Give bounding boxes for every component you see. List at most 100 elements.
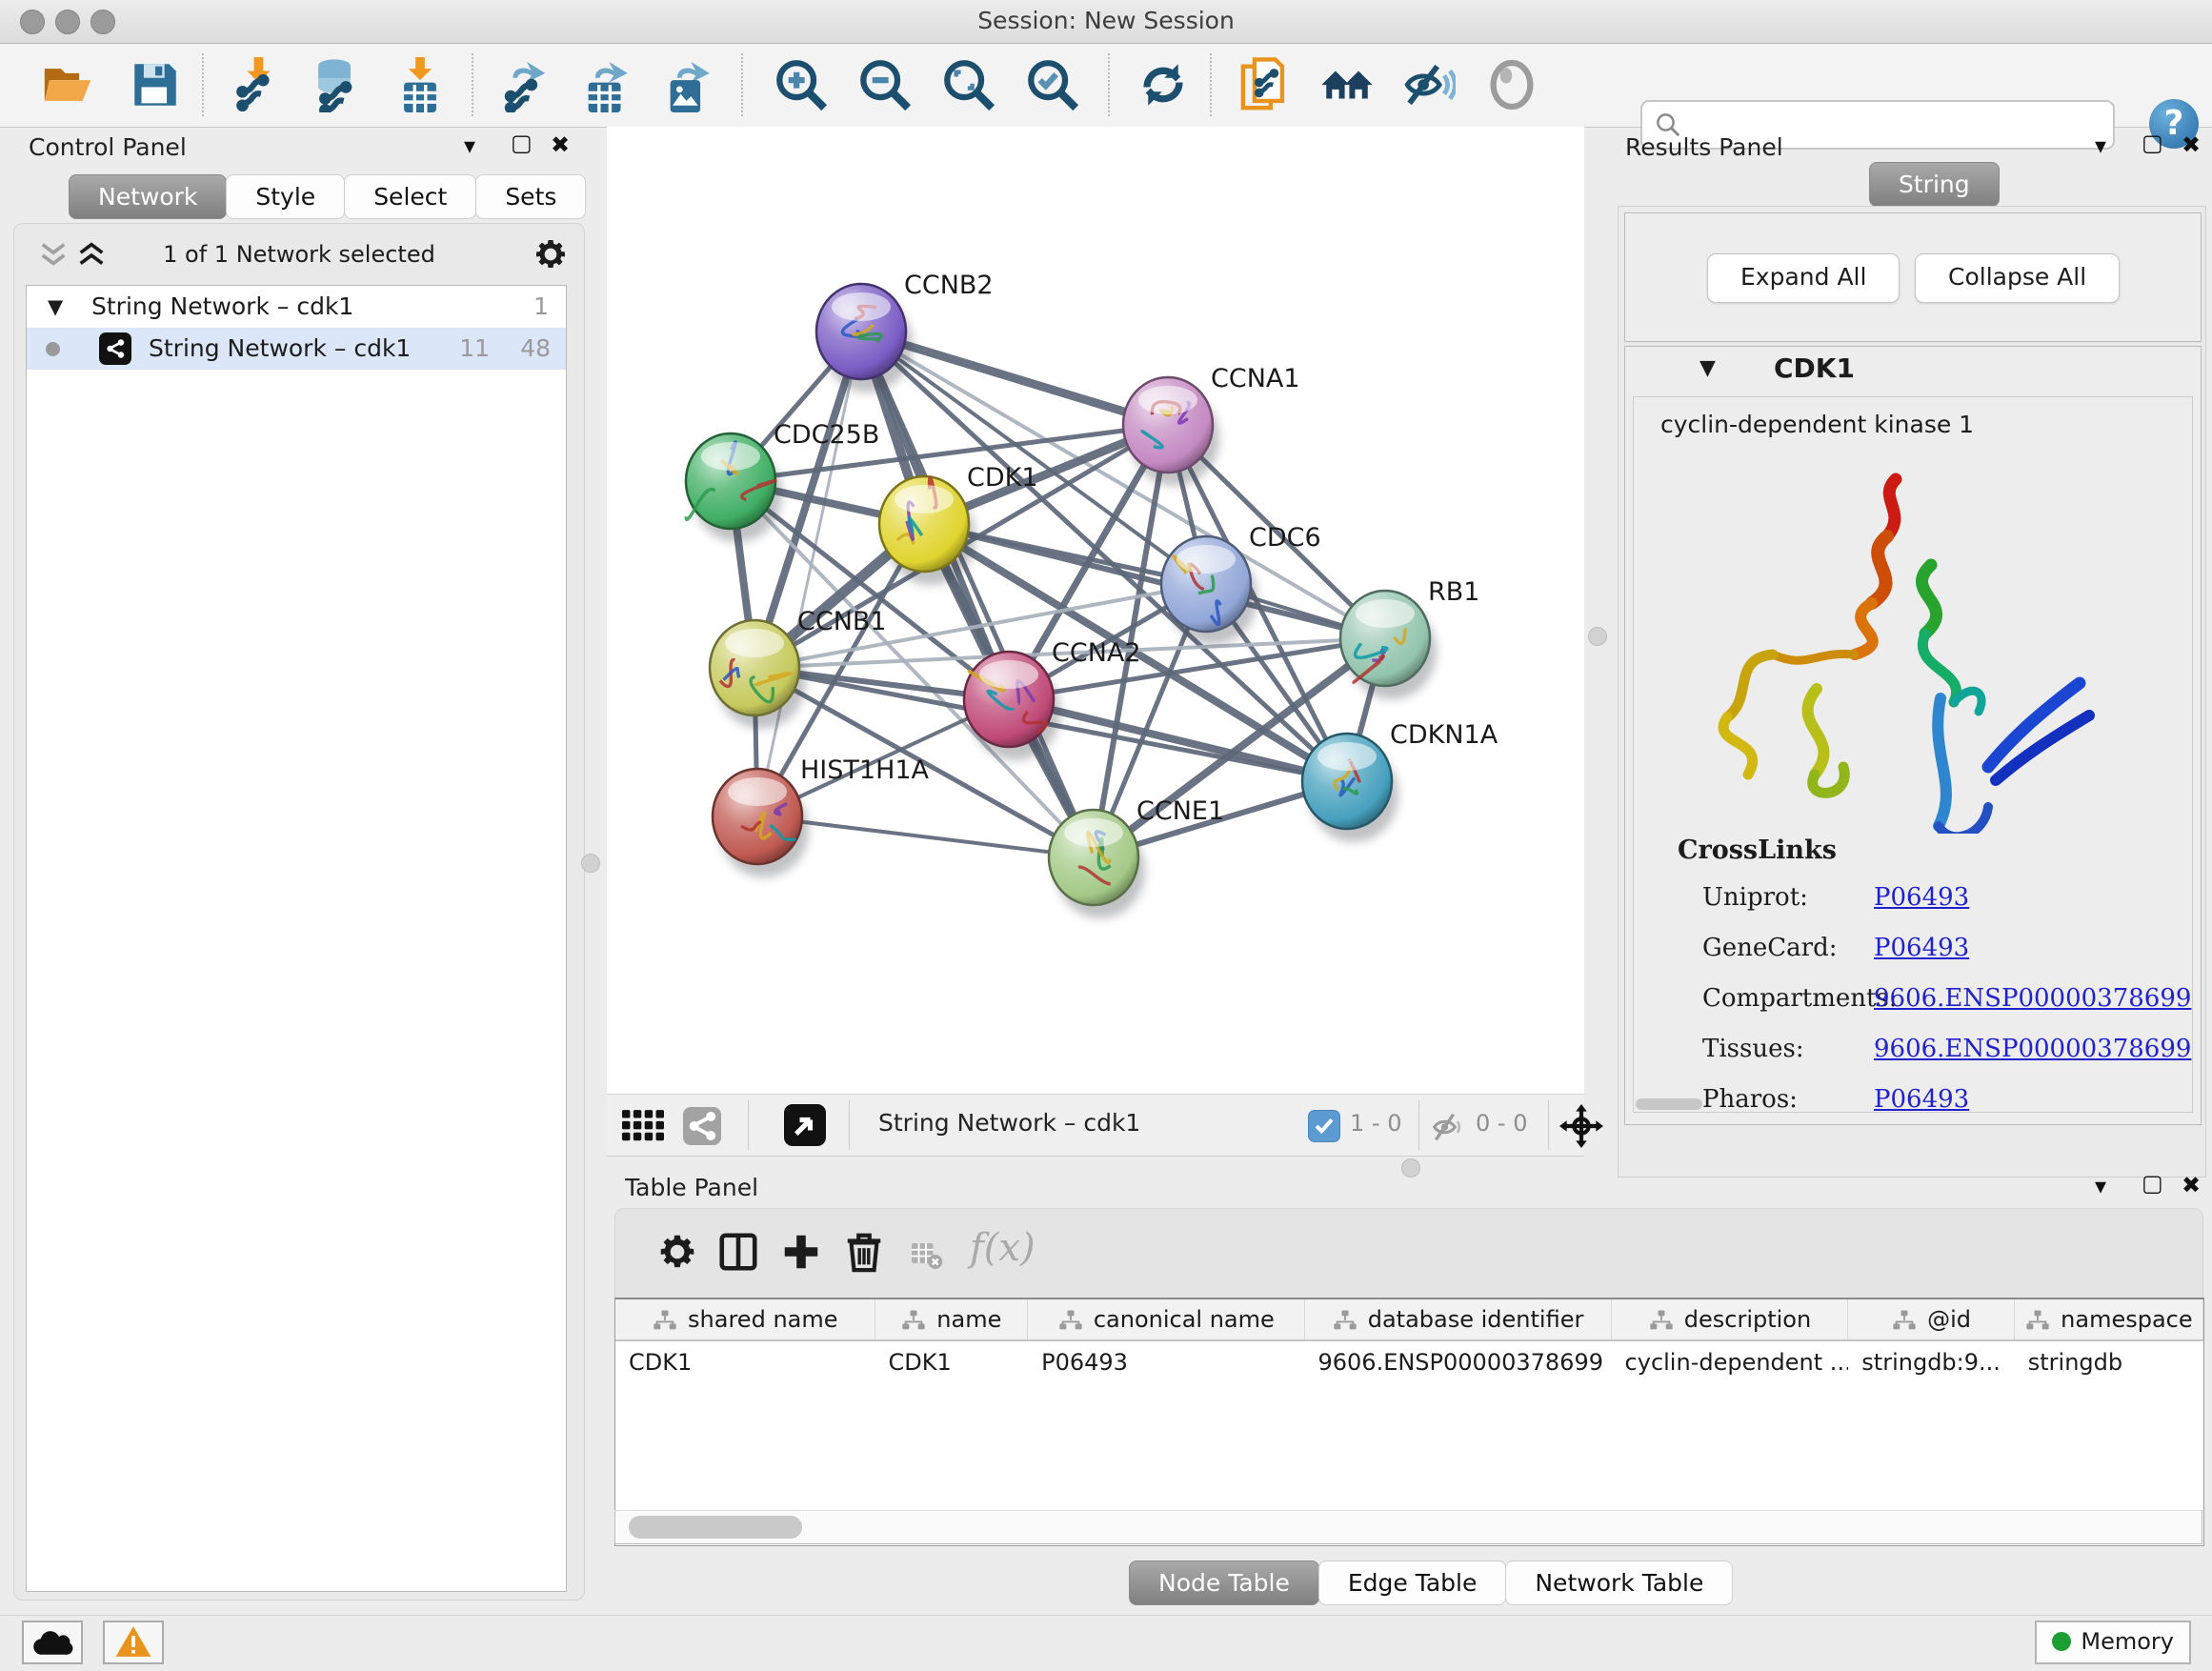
table-hscrollbar[interactable] xyxy=(614,1510,2202,1544)
control-panel-close-icon[interactable]: ✖ xyxy=(551,131,570,158)
tab-style[interactable]: Style xyxy=(226,174,345,219)
section-expander-icon[interactable]: ▼ xyxy=(1699,356,1716,380)
network-canvas[interactable]: CCNB2CCNA1CDC25BCDK1CDC6RB1CCNB1CCNA2CDK… xyxy=(607,127,1584,1094)
toolbar-separator xyxy=(202,53,204,116)
bottom-splitter-handle[interactable] xyxy=(1401,1158,1420,1178)
node-CDK1[interactable] xyxy=(879,476,969,572)
memory-button[interactable]: Memory xyxy=(2035,1621,2191,1664)
fit-content-icon[interactable] xyxy=(1559,1104,1603,1148)
crosslink-link[interactable]: P06493 xyxy=(1874,934,1969,962)
gene-section: ▼ CDK1 cyclin-dependent kinase 1 xyxy=(1624,346,2202,1125)
results-panel-close-icon[interactable]: ✖ xyxy=(2182,131,2201,158)
gene-section-header[interactable]: ▼ CDK1 xyxy=(1625,347,2201,394)
table-row[interactable]: CDK1CDK1P064939606.ENSP00000378699cyclin… xyxy=(615,1341,2203,1383)
export-image-icon[interactable] xyxy=(661,57,716,112)
birds-eye-view-icon[interactable] xyxy=(784,1104,826,1146)
column-header-databaseidentifier[interactable]: database identifier xyxy=(1305,1299,1612,1339)
apply-layout-icon[interactable] xyxy=(1136,57,1191,112)
tab-network[interactable]: Network xyxy=(69,174,227,219)
node-label-HIST1H1A: HIST1H1A xyxy=(800,755,930,785)
crosslink-row: Tissues:9606.ENSP00000378699 xyxy=(1702,1035,2179,1063)
import-network-database-icon[interactable] xyxy=(307,57,362,112)
tab-node-table[interactable]: Node Table xyxy=(1129,1560,1319,1605)
titlebar: Session: New Session xyxy=(0,0,2212,44)
node-CCNA2[interactable] xyxy=(964,652,1054,747)
collapse-all-button[interactable]: Collapse All xyxy=(1915,253,2120,303)
cloud-button[interactable] xyxy=(22,1621,83,1664)
window-title: Session: New Session xyxy=(0,7,2212,34)
results-panel-collapse-icon[interactable]: ▾ xyxy=(2095,132,2106,159)
tree-expander-icon[interactable]: ▼ xyxy=(48,286,63,328)
column-header-description[interactable]: description xyxy=(1612,1299,1849,1339)
node-table[interactable]: shared namenamecanonical namedatabase id… xyxy=(614,1298,2204,1546)
node-CDKN1A[interactable] xyxy=(1302,734,1392,829)
table-body: CDK1CDK1P064939606.ENSP00000378699cyclin… xyxy=(615,1341,2203,1383)
column-header-id[interactable]: @id xyxy=(1848,1299,2014,1339)
table-panel-close-icon[interactable]: ✖ xyxy=(2182,1172,2201,1198)
crosslink-link[interactable]: P06493 xyxy=(1874,883,1969,912)
tab-sets[interactable]: Sets xyxy=(475,174,586,219)
show-columns-icon[interactable] xyxy=(716,1230,760,1274)
node-CCNA1[interactable] xyxy=(1123,377,1213,473)
cloud-icon xyxy=(31,1625,73,1658)
crosslink-link[interactable]: P06493 xyxy=(1874,1085,1969,1113)
export-table-icon[interactable] xyxy=(579,57,634,112)
control-panel-collapse-icon[interactable]: ▾ xyxy=(464,132,475,159)
node-CCNB2[interactable] xyxy=(816,284,906,379)
warning-button[interactable] xyxy=(103,1621,164,1664)
control-panel-title: Control Panel xyxy=(29,133,187,161)
table-hscrollbar-thumb[interactable] xyxy=(629,1516,802,1539)
zoom-out-icon[interactable] xyxy=(857,57,913,112)
right-splitter-handle[interactable] xyxy=(1588,627,1607,646)
tab-network-table[interactable]: Network Table xyxy=(1505,1560,1733,1605)
control-panel-float-icon[interactable]: ▢ xyxy=(511,130,533,156)
share-document-icon[interactable] xyxy=(1238,57,1294,112)
zoom-selected-icon[interactable] xyxy=(1025,57,1080,112)
column-header-sharedname[interactable]: shared name xyxy=(615,1299,875,1339)
node-CDC25B[interactable] xyxy=(686,433,775,529)
node-CCNE1[interactable] xyxy=(1049,810,1138,905)
network-view-icon[interactable] xyxy=(683,1107,721,1145)
selected-nodes-checkbox-icon[interactable] xyxy=(1308,1110,1340,1142)
expand-all-button[interactable]: Expand All xyxy=(1707,253,1900,303)
table-gear-icon[interactable] xyxy=(655,1230,699,1274)
show-panel-icon[interactable] xyxy=(1484,57,1539,112)
crosslink-link[interactable]: 9606.ENSP00000378699 xyxy=(1874,1035,2191,1063)
zoom-fit-icon[interactable] xyxy=(941,57,996,112)
table-panel-float-icon[interactable]: ▢ xyxy=(2142,1170,2163,1197)
status-bar: Memory xyxy=(0,1615,2212,1671)
home-icon[interactable] xyxy=(1319,57,1375,112)
results-panel-float-icon[interactable]: ▢ xyxy=(2142,130,2163,156)
hide-panel-icon[interactable] xyxy=(1400,57,1456,112)
import-network-file-icon[interactable] xyxy=(229,57,284,112)
tab-select[interactable]: Select xyxy=(344,174,476,219)
results-hscrollbar-thumb[interactable] xyxy=(1636,1098,1702,1110)
node-CCNB1[interactable] xyxy=(710,620,799,715)
node-RB1[interactable] xyxy=(1340,591,1430,686)
gene-description: cyclin-dependent kinase 1 xyxy=(1660,411,1974,438)
tab-edge-table[interactable]: Edge Table xyxy=(1318,1560,1507,1605)
node-CDC6[interactable] xyxy=(1161,536,1251,632)
column-header-namespace[interactable]: namespace xyxy=(2015,1299,2203,1339)
network-tree-root-row[interactable]: ▼ String Network – cdk1 1 xyxy=(27,286,566,328)
grid-view-icon[interactable] xyxy=(622,1110,664,1142)
crosslink-label: Uniprot: xyxy=(1702,883,1808,912)
table-panel-collapse-icon[interactable]: ▾ xyxy=(2095,1173,2106,1199)
open-session-icon[interactable] xyxy=(40,57,95,112)
left-splitter-handle[interactable] xyxy=(581,854,600,873)
import-table-icon[interactable] xyxy=(392,57,448,112)
column-header-name[interactable]: name xyxy=(875,1299,1029,1339)
gear-icon[interactable] xyxy=(532,235,570,273)
export-network-icon[interactable] xyxy=(499,57,554,112)
column-header-canonicalname[interactable]: canonical name xyxy=(1028,1299,1304,1339)
tab-string[interactable]: String xyxy=(1869,162,2000,207)
network-tree-child-row[interactable]: String Network – cdk1 11 48 xyxy=(27,328,566,370)
node-HIST1H1A[interactable] xyxy=(713,769,802,864)
delete-column-icon[interactable] xyxy=(842,1230,886,1274)
crosslink-link[interactable]: 9606.ENSP00000378699 xyxy=(1874,984,2191,1013)
zoom-in-icon[interactable] xyxy=(774,57,829,112)
add-column-icon[interactable] xyxy=(779,1230,823,1274)
node-label-CCNE1: CCNE1 xyxy=(1136,796,1224,826)
hidden-count: 0 - 0 xyxy=(1476,1110,1527,1137)
save-session-icon[interactable] xyxy=(128,57,183,112)
